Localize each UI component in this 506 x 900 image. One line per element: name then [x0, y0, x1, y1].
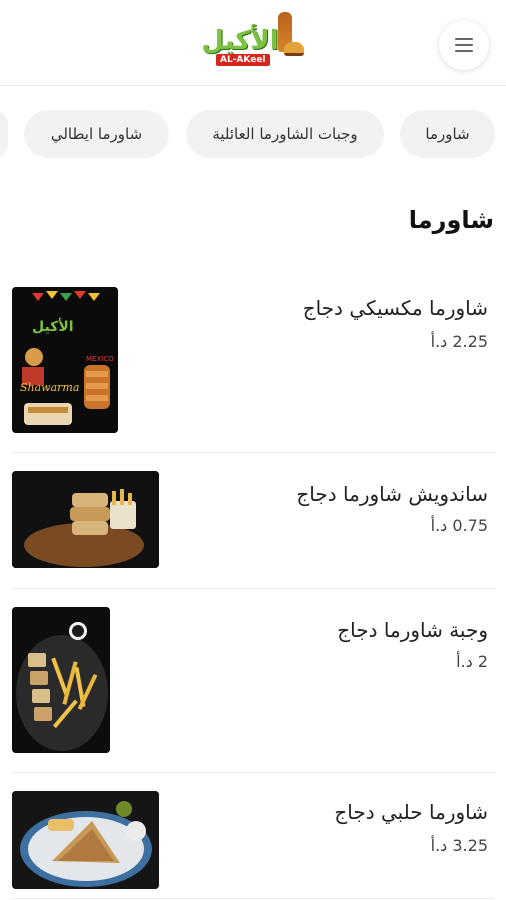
item-divider — [12, 772, 494, 773]
section-title: شاورما — [408, 206, 494, 234]
shawarma-meal-photo — [12, 607, 110, 753]
category-pill-italian-shawarma[interactable]: شاورما ايطالي — [24, 110, 169, 158]
item-name[interactable]: شاورما مكسيكي دجاج — [303, 296, 488, 320]
item-image[interactable]: الأكيل Shawarma MEXICO — [12, 287, 118, 433]
hamburger-menu-icon — [455, 38, 473, 52]
app-header: الأكيل AL-AKeel — [0, 0, 506, 86]
category-pill-family-meals[interactable]: وجبات الشاورما العائلية — [186, 110, 384, 158]
item-divider — [12, 588, 494, 589]
item-price: 3.25 د.أ — [430, 836, 488, 855]
brand-logo[interactable]: الأكيل AL-AKeel — [196, 12, 308, 74]
item-name[interactable]: شاورما حلبي دجاج — [334, 800, 488, 824]
mexican-shawarma-poster: الأكيل Shawarma MEXICO — [12, 287, 118, 433]
item-price: 2.25 د.أ — [430, 332, 488, 351]
item-divider — [12, 452, 494, 453]
item-name[interactable]: ساندويش شاورما دجاج — [296, 482, 488, 506]
item-image[interactable] — [12, 791, 159, 889]
svg-text:Shawarma: Shawarma — [20, 381, 79, 394]
category-pill-shawarma[interactable]: شاورما — [400, 110, 495, 158]
halabi-shawarma-photo — [12, 791, 159, 889]
svg-text:الأكيل: الأكيل — [32, 318, 74, 335]
menu-button[interactable] — [439, 20, 489, 70]
shawarma-sandwich-photo — [12, 471, 159, 568]
item-price: 0.75 د.أ — [430, 516, 488, 535]
category-label: وجبات الشاورما العائلية — [212, 125, 358, 143]
item-name[interactable]: وجبة شاورما دجاج — [337, 618, 488, 642]
burger-icon — [284, 42, 304, 56]
item-price: 2 د.أ — [456, 652, 488, 671]
category-label: شاورما — [425, 125, 470, 143]
logo-subtitle: AL-AKeel — [216, 54, 270, 66]
item-image[interactable] — [12, 607, 110, 753]
item-divider — [12, 898, 494, 899]
category-label: شاورما ايطالي — [50, 125, 143, 143]
svg-text:MEXICO: MEXICO — [86, 355, 114, 363]
item-image[interactable] — [12, 471, 159, 568]
logo-wordmark: الأكيل — [201, 26, 279, 56]
category-pill-partial[interactable] — [0, 110, 8, 158]
